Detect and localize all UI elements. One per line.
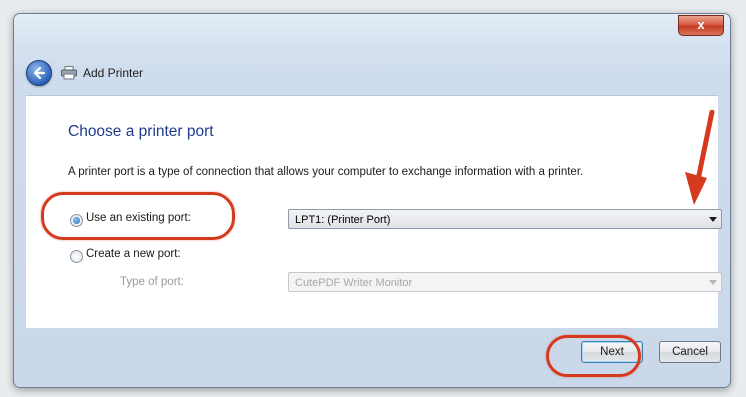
back-button[interactable] [26,60,52,86]
existing-port-radio[interactable] [70,214,83,227]
close-button[interactable]: x [678,15,724,36]
wizard-header: Add Printer [61,63,143,83]
existing-port-dropdown[interactable]: LPT1: (Printer Port) [288,209,722,229]
new-port-label[interactable]: Create a new port: [86,248,181,260]
window-title: Add Printer [83,66,144,80]
page-description: A printer port is a type of connection t… [68,166,584,178]
page-title: Choose a printer port [68,123,214,140]
port-type-dropdown[interactable]: CutePDF Writer Monitor [288,272,722,292]
port-type-value: CutePDF Writer Monitor [295,277,413,289]
add-printer-window: x Add Printer Choose a printer port A pr… [13,13,731,388]
chevron-down-icon [709,280,717,285]
next-button[interactable]: Next [581,341,643,363]
port-type-label: Type of port: [120,276,184,288]
chevron-down-icon [709,217,717,222]
printer-icon [61,66,77,80]
wizard-footer: Next Cancel [26,328,721,376]
existing-port-label[interactable]: Use an existing port: [86,212,191,224]
title-bar: x [14,14,730,52]
existing-port-value: LPT1: (Printer Port) [295,214,391,226]
back-arrow-icon [33,66,46,80]
cancel-button[interactable]: Cancel [659,341,721,363]
wizard-content: Choose a printer port A printer port is … [26,95,722,328]
new-port-radio[interactable] [70,250,83,263]
